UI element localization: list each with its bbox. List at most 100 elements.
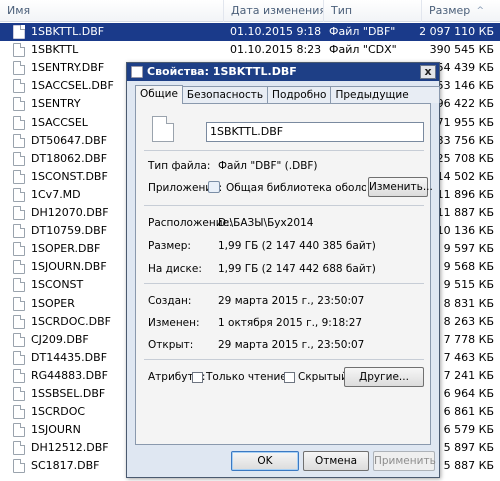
file-name: 1SACCSEL xyxy=(31,115,88,129)
file-row[interactable]: 1SBKTTL 01.10.2015 8:23 Файл "CDX" 390 545 … xyxy=(0,41,500,59)
file-icon xyxy=(13,133,25,148)
file-icon xyxy=(131,66,143,78)
file-icon xyxy=(13,278,25,293)
file-icon xyxy=(13,187,25,202)
file-icon xyxy=(13,332,25,347)
column-type-header[interactable]: Тип xyxy=(324,0,422,22)
column-header: Имя Дата изменения Тип Размер ^ xyxy=(0,0,500,22)
file-name: 1Cv7.MD xyxy=(31,187,81,201)
column-size-header[interactable]: Размер ^ xyxy=(422,0,500,22)
tab-previous-versions[interactable]: Предыдущие версии xyxy=(330,86,440,117)
file-name: DH12512.DBF xyxy=(31,441,109,455)
type-label: Тип файла: xyxy=(148,160,211,172)
ok-button[interactable]: OK xyxy=(231,451,299,471)
modified-value: 1 октября 2015 г., 9:18:27 xyxy=(218,317,363,329)
application-icon xyxy=(208,181,220,193)
file-name: 1SACCSEL.DBF xyxy=(31,79,114,93)
file-size: 14 502 КБ xyxy=(436,169,494,183)
file-name-input[interactable]: 1SBKTTL.DBF xyxy=(206,122,424,142)
file-size: 390 545 КБ xyxy=(429,43,494,57)
file-name: RG44883.DBF xyxy=(31,368,108,382)
file-icon xyxy=(13,115,25,130)
file-icon xyxy=(13,350,25,365)
file-size: 7 463 КБ xyxy=(443,350,494,364)
file-size: 71 955 КБ xyxy=(436,115,494,129)
file-icon xyxy=(13,25,25,39)
file-size: 8 831 КБ xyxy=(443,296,494,310)
disk-size-label: На диске: xyxy=(148,263,202,275)
file-size: 11 887 КБ xyxy=(436,206,494,219)
file-icon xyxy=(13,296,25,311)
tab-general[interactable]: Общие xyxy=(135,85,183,104)
file-name: 1SJOURN xyxy=(31,423,81,437)
file-name: 1SBKTTL xyxy=(31,43,79,57)
created-label: Создан: xyxy=(148,295,192,307)
file-name: DT14435.DBF xyxy=(31,350,108,364)
file-name: DT50647.DBF xyxy=(31,133,108,147)
app-value: Общая библиотека оболочки Wi xyxy=(226,182,366,194)
file-name: 1SJOURN.DBF xyxy=(31,260,107,274)
divider xyxy=(144,359,424,360)
size-label: Размер: xyxy=(148,240,191,252)
readonly-label[interactable]: Только чтение xyxy=(206,371,287,383)
file-name: 1SOPER.DBF xyxy=(31,242,101,256)
file-name: 1SBKTTL.DBF xyxy=(31,25,105,38)
file-icon xyxy=(13,169,25,184)
file-name: 1SCRDOC xyxy=(31,405,86,419)
divider xyxy=(144,283,424,284)
file-icon xyxy=(13,314,25,329)
file-name: DT18062.DBF xyxy=(31,151,108,165)
size-value: 1,99 ГБ (2 147 440 385 байт) xyxy=(218,240,376,252)
file-icon xyxy=(13,242,25,257)
file-size: 25 708 КБ xyxy=(436,151,494,165)
file-name: 1SCONST xyxy=(31,278,84,292)
hidden-label[interactable]: Скрытый xyxy=(298,371,348,383)
file-size: 8 263 КБ xyxy=(443,314,494,328)
file-size: 6 861 КБ xyxy=(443,405,494,419)
file-size: 6 579 КБ xyxy=(443,423,494,437)
file-type: Файл "CDX" xyxy=(329,43,397,57)
file-icon xyxy=(13,423,25,438)
file-icon xyxy=(13,224,25,239)
file-icon xyxy=(13,260,25,275)
opened-label: Открыт: xyxy=(148,339,194,351)
sort-descending-icon: ^ xyxy=(476,6,484,16)
modified-label: Изменен: xyxy=(148,317,200,329)
column-name-header[interactable]: Имя xyxy=(0,0,224,22)
file-size: 5 887 КБ xyxy=(443,459,494,473)
file-icon xyxy=(13,61,25,76)
file-size: 33 756 КБ xyxy=(436,133,494,147)
file-icon xyxy=(13,387,25,401)
file-date: 01.10.2015 9:18 xyxy=(230,25,322,38)
column-date-header[interactable]: Дата изменения xyxy=(224,0,324,22)
file-icon xyxy=(13,79,25,94)
type-value: Файл "DBF" (.DBF) xyxy=(218,160,318,172)
apply-button[interactable]: Применить xyxy=(373,451,436,471)
file-row[interactable]: 1SBKTTL.DBF 01.10.2015 9:18 Файл "DBF" 2 09… xyxy=(0,23,500,41)
created-value: 29 марта 2015 г., 23:50:07 xyxy=(218,295,365,307)
file-size: 10 136 КБ xyxy=(436,224,494,238)
file-size: 11 896 КБ xyxy=(436,187,494,201)
file-type: Файл "DBF" xyxy=(329,25,396,38)
close-button[interactable]: x xyxy=(420,65,436,79)
advanced-attributes-button[interactable]: Другие... xyxy=(344,367,424,387)
file-size: 7 241 КБ xyxy=(443,368,494,382)
hidden-checkbox[interactable] xyxy=(284,372,295,383)
tab-security[interactable]: Безопасность xyxy=(181,86,269,103)
file-name: DT10759.DBF xyxy=(31,224,108,238)
file-size: 5 897 КБ xyxy=(443,441,494,455)
change-button[interactable]: Изменить... xyxy=(368,177,433,197)
dialog-titlebar[interactable]: Свойства: 1SBKTTL.DBF x xyxy=(127,63,439,81)
file-name: SC1817.DBF xyxy=(31,459,100,473)
file-size: 9 597 КБ xyxy=(443,242,494,256)
file-icon xyxy=(13,405,25,420)
file-size: 6 964 КБ xyxy=(443,387,494,400)
tab-details[interactable]: Подробно xyxy=(267,86,332,103)
file-icon xyxy=(13,151,25,166)
file-icon xyxy=(13,43,25,58)
readonly-checkbox[interactable] xyxy=(192,372,203,383)
cancel-button[interactable]: Отмена xyxy=(303,451,369,471)
location-value: D:\БАЗЫ\Бух2014 xyxy=(218,217,314,229)
file-icon xyxy=(13,368,25,383)
file-name: 1SOPER xyxy=(31,296,75,310)
